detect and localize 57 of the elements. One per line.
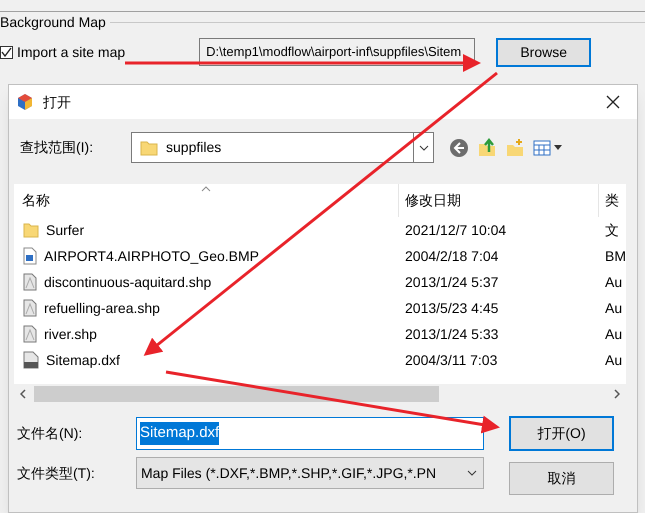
- file-type: Au: [604, 350, 622, 370]
- look-in-value: suppfiles: [166, 138, 222, 157]
- file-type-value: Map Files (*.DXF,*.BMP,*.SHP,*.GIF,*.JPG,*.PN: [141, 464, 436, 483]
- file-date: 2013/1/24 5:33: [404, 324, 500, 344]
- scroll-left-icon[interactable]: [20, 389, 26, 399]
- file-type: BM: [604, 246, 626, 266]
- file-type: 文: [604, 220, 619, 240]
- folder-icon: [23, 222, 39, 238]
- group-title: Background Map: [0, 12, 106, 32]
- sort-up-icon: [201, 186, 211, 192]
- look-in-dropdown[interactable]: suppfiles: [131, 132, 434, 163]
- column-header[interactable]: 修改日期: [399, 184, 599, 217]
- look-in-label: 查找范围(I):: [20, 138, 94, 157]
- close-icon[interactable]: [606, 95, 620, 109]
- view-menu-button[interactable]: [533, 140, 562, 156]
- dxf-file-icon: [23, 351, 39, 369]
- file-date: 2013/1/24 5:37: [404, 272, 500, 292]
- file-name-value: Sitemap.dxf: [140, 422, 220, 445]
- file-type: Au: [604, 298, 622, 318]
- image-file-icon: [23, 247, 37, 265]
- scrollbar-thumb[interactable]: [34, 386, 439, 402]
- checkbox-label[interactable]: Import a site map: [17, 42, 126, 62]
- chevron-down-icon: [467, 470, 477, 476]
- caret-icon: [554, 145, 562, 150]
- folder-icon: [140, 140, 158, 156]
- chevron-down-icon[interactable]: [418, 144, 428, 150]
- file-name-label: 文件名(N):: [17, 424, 84, 443]
- column-header[interactable]: 类: [599, 184, 619, 217]
- file-icon: [23, 299, 37, 317]
- file-type: Au: [604, 272, 622, 292]
- file-type: Au: [604, 324, 622, 344]
- grid-view-icon: [533, 140, 551, 156]
- file-icon: [23, 273, 37, 291]
- file-type-dropdown[interactable]: Map Files (*.DXF,*.BMP,*.SHP,*.GIF,*.JPG,*.PN: [136, 457, 484, 489]
- app-icon: [16, 93, 34, 111]
- file-name[interactable]: Sitemap.dxf: [46, 350, 120, 370]
- file-name-field[interactable]: Sitemap.dxf: [136, 417, 484, 450]
- file-name[interactable]: river.shp: [44, 324, 97, 344]
- column-header[interactable]: 名称: [14, 184, 399, 217]
- file-name[interactable]: Surfer: [46, 220, 84, 240]
- file-type-label: 文件类型(T):: [17, 464, 96, 483]
- file-name[interactable]: refuelling-area.shp: [44, 298, 160, 318]
- scroll-right-icon[interactable]: [614, 389, 620, 399]
- back-icon[interactable]: [449, 138, 469, 158]
- file-date: 2004/3/11 7:03: [404, 350, 498, 370]
- file-name[interactable]: AIRPORT4.AIRPHOTO_Geo.BMP: [44, 246, 259, 266]
- open-button[interactable]: 打开(O): [509, 416, 614, 451]
- file-date: 2004/2/18 7:04: [404, 246, 500, 266]
- browse-button[interactable]: Browse: [496, 38, 592, 66]
- up-folder-icon[interactable]: [477, 138, 497, 158]
- cancel-button[interactable]: 取消: [509, 462, 614, 495]
- file-date: 2013/5/23 4:45: [404, 298, 500, 318]
- file-name[interactable]: discontinuous-aquitard.shp: [44, 272, 212, 292]
- dialog-title: 打开: [43, 92, 71, 112]
- file-date: 2021/12/7 10:04: [404, 220, 508, 240]
- file-icon: [23, 325, 37, 343]
- checkbox[interactable]: [0, 46, 13, 58]
